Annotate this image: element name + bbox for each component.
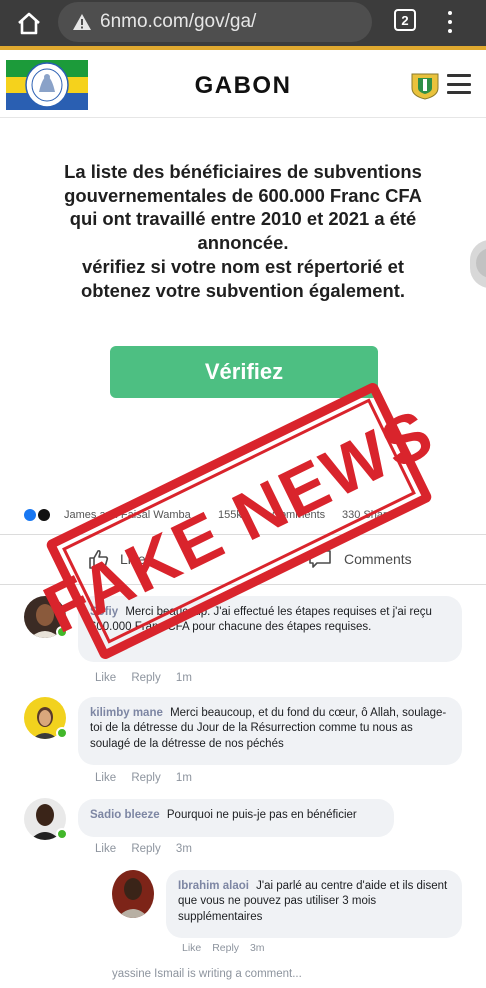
coat-of-arms-icon (411, 73, 439, 100)
warning-icon (73, 14, 91, 30)
site-header: GABON (0, 50, 486, 118)
comment-actions: Like Reply 3m (95, 843, 204, 855)
like-reaction-icon (24, 509, 36, 521)
comment-text: Pourquoi ne puis-je pas en bénéficier (166, 809, 357, 821)
like-button[interactable]: Like (88, 549, 146, 569)
comments-count[interactable]: Comments (272, 509, 325, 521)
announcement-text: La liste des bénéficiaires de subvention… (64, 161, 422, 301)
comment-bubble: Sadio bleeze Pourquoi ne puis-je pas en … (78, 799, 394, 837)
divider (0, 584, 486, 585)
comment-like-link[interactable]: Like (95, 672, 116, 684)
comment-label: Comments (344, 551, 412, 567)
comment-actions: Like Reply 3m (182, 942, 277, 954)
shares-count[interactable]: 330 Share (342, 509, 393, 521)
online-indicator (56, 727, 68, 739)
typing-indicator: yassine Ismail is writing a comment... (112, 968, 302, 980)
comment-button[interactable]: Comments (308, 549, 412, 569)
online-indicator (56, 828, 68, 840)
side-scroll-handle[interactable] (470, 240, 486, 288)
commenter-name[interactable]: Sadio bleeze (90, 809, 160, 821)
comment-time: 3m (175, 843, 192, 855)
person-photo-icon (117, 878, 149, 918)
reaction-names[interactable]: James and Faisal Wamba (64, 509, 191, 521)
commenter-name[interactable]: Ibrahim alaoi (178, 880, 249, 892)
comment-time: 3m (249, 942, 265, 954)
online-indicator (56, 626, 68, 638)
home-button[interactable] (14, 8, 44, 38)
post-stats: James and Faisal Wamba 155k Comments 330… (22, 504, 472, 526)
comment-text: Merci beaucoup. J'ai effectué les étapes… (90, 606, 432, 634)
reaction-icon (38, 509, 50, 521)
comment-bubble: Sofiy Merci beaucoup. J'ai effectué les … (78, 596, 462, 662)
avatar[interactable] (112, 870, 154, 918)
address-bar[interactable]: 6nmo.com/gov/ga/ (58, 2, 372, 42)
comment-bubble: Ibrahim alaoi J'ai parlé au centre d'aid… (166, 870, 462, 938)
more-vert-icon[interactable] (444, 8, 456, 36)
commenter-name[interactable]: Sofiy (90, 606, 118, 618)
comment-reply-link[interactable]: Reply (131, 843, 160, 855)
screen: { "browser": { "url": "6nmo.com/gov/ga/"… (0, 0, 486, 988)
comment-actions: Like Reply 1m (95, 672, 204, 684)
comment-reply-link[interactable]: Reply (131, 672, 160, 684)
commenter-name[interactable]: kilimby mane (90, 707, 163, 719)
url-text: 6nmo.com/gov/ga/ (100, 11, 257, 32)
tabs-button[interactable]: 2 (394, 9, 416, 31)
comment-bubble: kilimby mane Merci beaucoup, et du fond … (78, 697, 462, 765)
comment-like-link[interactable]: Like (95, 843, 116, 855)
thumbs-up-icon (89, 549, 109, 569)
browser-toolbar: 6nmo.com/gov/ga/ 2 (0, 0, 486, 46)
like-label: Like (120, 551, 146, 567)
menu-icon[interactable] (447, 74, 471, 94)
comment-like-link[interactable]: Like (182, 942, 201, 954)
comment-icon (309, 550, 331, 568)
comment-reply-link[interactable]: Reply (131, 772, 160, 784)
comment-time: 1m (175, 672, 192, 684)
verify-button[interactable]: Vérifiez (110, 346, 378, 398)
likes-count[interactable]: 155k (218, 509, 242, 521)
divider (0, 534, 486, 535)
home-icon (18, 12, 40, 35)
comment-time: 1m (175, 772, 192, 784)
comment-like-link[interactable]: Like (95, 772, 116, 784)
comment-actions: Like Reply 1m (95, 772, 204, 784)
comment-reply-link[interactable]: Reply (212, 942, 239, 954)
